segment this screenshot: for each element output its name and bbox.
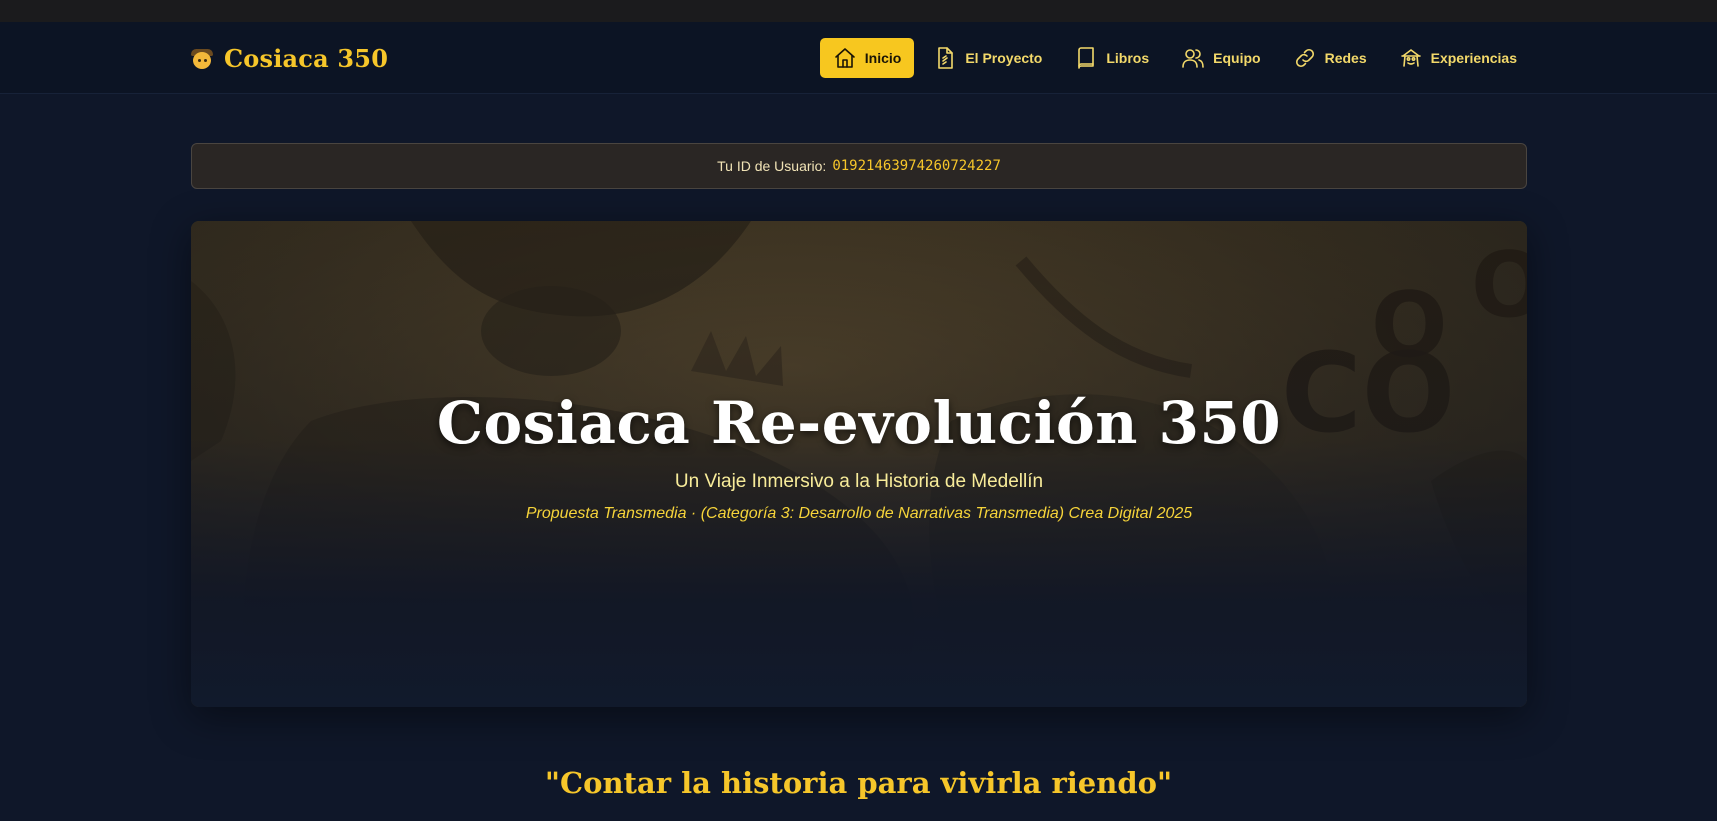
users-icon: [1182, 49, 1204, 68]
brand-logo[interactable]: Cosiaca 350: [190, 42, 388, 74]
nav-item-libros[interactable]: Libros: [1061, 38, 1162, 78]
user-id-label: Tu ID de Usuario:: [717, 158, 827, 174]
cowboy-face-icon: [190, 46, 214, 70]
user-id-value[interactable]: 01921463974260724227: [832, 158, 1001, 174]
link-icon: [1295, 48, 1314, 68]
hero-content: Cosiaca Re-evolución 350 Un Viaje Inmers…: [191, 389, 1527, 523]
nav-item-label: El Proyecto: [965, 50, 1043, 66]
top-navbar: Cosiaca 350 Inicio El Proyecto Libros Eq…: [0, 22, 1717, 94]
nav-item-el-proyecto[interactable]: El Proyecto: [920, 38, 1055, 78]
nav-item-label: Redes: [1324, 50, 1367, 66]
browser-top-strip: [0, 0, 1717, 22]
nav-item-redes[interactable]: Redes: [1280, 38, 1380, 78]
nav-item-label: Experiencias: [1430, 50, 1517, 66]
home-icon: [834, 48, 855, 68]
user-id-bar: Tu ID de Usuario: 01921463974260724227: [191, 143, 1527, 189]
nav-item-label: Libros: [1106, 50, 1150, 66]
hero-subtitle: Un Viaje Inmersivo a la Historia de Mede…: [674, 471, 1044, 492]
document-icon: [938, 47, 954, 69]
nav-item-label: Inicio: [864, 50, 902, 66]
hero-title: Cosiaca Re-evolución 350: [436, 389, 1282, 457]
nav-item-inicio[interactable]: Inicio: [819, 38, 915, 78]
motto-quote: "Contar la historia para vivirla riendo": [544, 766, 1173, 800]
experience-icon: [1400, 49, 1421, 67]
nav-item-experiencias[interactable]: Experiencias: [1386, 38, 1530, 78]
hero-banner: O O CO Cosiaca Re-evolución 350 Un Viaje…: [191, 221, 1527, 707]
book-icon: [1078, 47, 1095, 69]
hero-tagline: Propuesta Transmedia · (Categoría 3: Des…: [525, 505, 1193, 522]
brand-title: Cosiaca 350: [224, 43, 389, 73]
nav-item-label: Equipo: [1213, 50, 1261, 66]
nav-item-equipo[interactable]: Equipo: [1168, 38, 1273, 78]
main-nav: Inicio El Proyecto Libros Equipo Redes E…: [819, 38, 1530, 78]
